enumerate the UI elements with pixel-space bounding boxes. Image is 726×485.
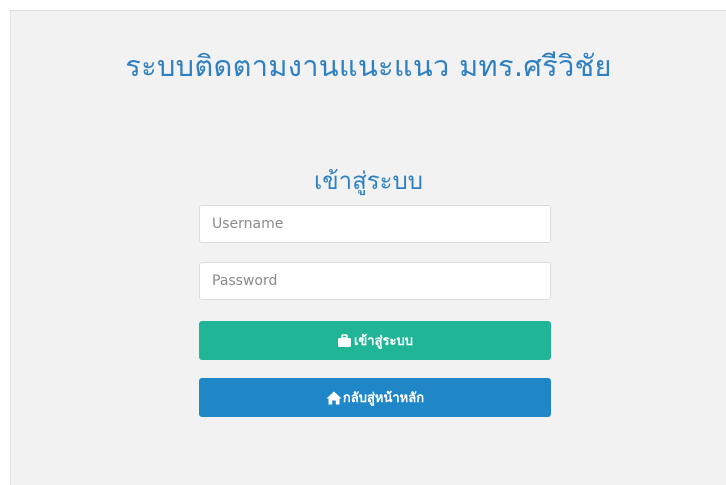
username-input[interactable]	[199, 205, 551, 243]
login-button-label: เข้าสู่ระบบ	[353, 334, 414, 349]
briefcase-icon	[337, 333, 353, 349]
password-input[interactable]	[199, 262, 551, 300]
home-icon	[326, 390, 342, 406]
login-heading: เข้าสู่ระบบ	[314, 167, 423, 195]
login-panel: ระบบติดตามงานแนะแนว มทร.ศรีวิชัย เข้าสู่…	[10, 10, 726, 485]
login-button[interactable]: เข้าสู่ระบบ	[199, 321, 551, 360]
site-title: ระบบติดตามงานแนะแนว มทร.ศรีวิชัย	[125, 49, 612, 83]
home-button-label: กลับสู่หน้าหลัก	[342, 391, 425, 406]
back-to-home-button[interactable]: กลับสู่หน้าหลัก	[199, 378, 551, 417]
